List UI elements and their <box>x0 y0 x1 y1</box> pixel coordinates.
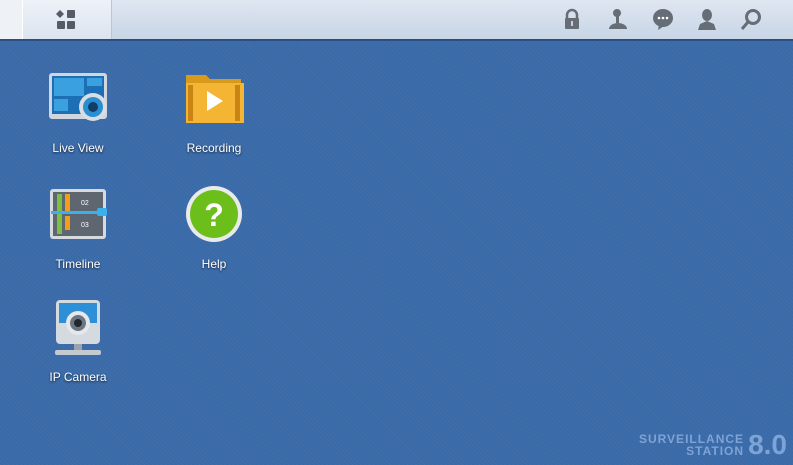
app-label: Recording <box>186 141 242 155</box>
app-label: Timeline <box>55 257 101 271</box>
ip-camera-icon <box>55 300 101 355</box>
main-menu-button[interactable] <box>23 0 112 39</box>
user-activity-icon[interactable] <box>607 8 629 30</box>
brand-version: 8.0 <box>748 429 787 460</box>
timeline-label-02: 02 <box>81 200 89 207</box>
taskbar <box>0 0 793 41</box>
timeline-label-03: 03 <box>81 222 89 229</box>
app-live-view[interactable]: Live View <box>23 70 133 155</box>
surveillance-station-logo: SURVEILLANCE STATION 8.0 <box>639 429 787 461</box>
user-icon[interactable] <box>696 8 718 30</box>
search-icon[interactable] <box>740 8 762 30</box>
taskbar-edge <box>0 0 23 39</box>
notification-icon[interactable] <box>652 8 674 30</box>
live-view-icon <box>49 73 107 121</box>
main-menu-icon <box>56 10 75 29</box>
app-help[interactable]: ? Help <box>159 186 269 271</box>
desktop: Live View Recording 02 03 Timeline ? Help… <box>0 41 793 465</box>
brand-line2: STATION <box>686 444 745 458</box>
recording-folder-icon <box>186 75 244 123</box>
app-label: Live View <box>52 141 104 155</box>
svg-text:?: ? <box>204 197 224 233</box>
lock-icon[interactable] <box>561 8 583 30</box>
help-icon: ? <box>186 186 242 242</box>
app-recording[interactable]: Recording <box>159 70 269 155</box>
timeline-icon: 02 03 <box>50 189 107 239</box>
app-label: Help <box>201 257 227 271</box>
app-ip-camera[interactable]: IP Camera <box>23 299 133 384</box>
app-label: IP Camera <box>49 370 107 384</box>
app-timeline[interactable]: 02 03 Timeline <box>23 186 133 271</box>
